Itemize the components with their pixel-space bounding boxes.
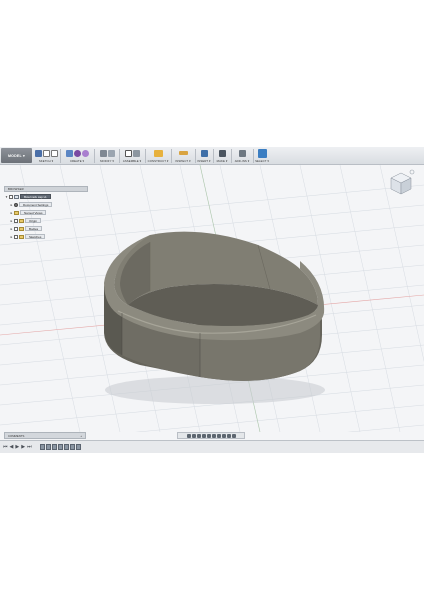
root-component-label: Bowl rack cap v1: [20, 194, 51, 199]
modify-group[interactable]: MODIFY ▾: [96, 148, 118, 164]
visibility-checkbox[interactable]: [9, 194, 13, 199]
go-to-end-icon[interactable]: ⏭: [27, 444, 32, 450]
browser-node-document-settings[interactable]: ▸ Document Settings: [4, 201, 88, 208]
browser-node-label: Sketches: [25, 234, 46, 239]
fillet-icon: [107, 149, 115, 157]
construct-group[interactable]: CONSTRUCT ▾: [146, 148, 170, 164]
measure-icon: [178, 151, 188, 155]
cylinder-icon: [73, 149, 81, 157]
scripts-icon: [238, 149, 246, 157]
plane-icon: [153, 149, 163, 157]
sketch-group[interactable]: SKETCH ▾: [34, 148, 58, 164]
modify-label: MODIFY ▾: [100, 159, 114, 163]
model-viewport[interactable]: BROWSER ▾ Bowl rack cap v1 ▸ Document Se…: [0, 165, 424, 432]
assemble-label: ASSEMBLE ▾: [122, 159, 142, 163]
toolbar-divider: [60, 149, 61, 163]
inspect-label: INSPECT ▾: [175, 159, 191, 163]
timeline-feature[interactable]: [76, 444, 81, 450]
create-group[interactable]: CREATE ▾: [62, 148, 92, 164]
insert-label: INSERT ▾: [197, 159, 211, 163]
make-label: MAKE ▾: [216, 159, 228, 163]
browser-node-label: Named Views: [20, 210, 47, 215]
gear-icon: [14, 202, 18, 207]
grid-settings-icon[interactable]: [216, 433, 221, 438]
play-icon[interactable]: ▶: [15, 444, 19, 450]
visibility-checkbox[interactable]: [14, 226, 18, 231]
create-label: CREATE ▾: [69, 159, 85, 163]
assemble-group[interactable]: ASSEMBLE ▾: [120, 148, 144, 164]
select-label: SELECT ▾: [255, 159, 269, 163]
step-back-icon[interactable]: ◀: [10, 444, 14, 450]
go-to-start-icon[interactable]: ⏮: [3, 444, 8, 450]
main-toolbar: MODEL ▾ SKETCH ▾ CREATE ▾ MODIFY ▾ ASSEM…: [0, 147, 424, 165]
comments-label: COMMENTS: [8, 433, 25, 438]
timeline-feature[interactable]: [58, 444, 63, 450]
browser-node-origin[interactable]: ▸ Origin: [4, 217, 88, 224]
folder-icon: [19, 226, 24, 231]
timeline-feature[interactable]: [52, 444, 57, 450]
pan-icon[interactable]: [196, 433, 201, 438]
browser-node-label: Document Settings: [19, 202, 53, 207]
component-icon: [124, 149, 132, 157]
fusion-app-window: MODEL ▾ SKETCH ▾ CREATE ▾ MODIFY ▾ ASSEM…: [0, 147, 424, 453]
browser-panel: BROWSER ▾ Bowl rack cap v1 ▸ Document Se…: [4, 186, 88, 240]
browser-node-named-views[interactable]: ▸ Named Views: [4, 209, 88, 216]
toolbar-divider: [94, 149, 95, 163]
sketch-icon: [34, 149, 42, 157]
make-group[interactable]: MAKE ▾: [214, 148, 230, 164]
viewports-icon[interactable]: [221, 433, 226, 438]
box-icon: [65, 149, 73, 157]
look-at-icon[interactable]: [191, 433, 196, 438]
sphere-icon: [81, 149, 89, 157]
view-cube[interactable]: [386, 168, 416, 198]
inspect-group[interactable]: INSPECT ▾: [172, 148, 194, 164]
step-forward-icon[interactable]: ▶: [21, 444, 25, 450]
timeline-bar: ⏮ ◀ ▶ ▶ ⏭: [0, 440, 424, 453]
sketch-label: SKETCH ▾: [38, 159, 54, 163]
timeline-feature[interactable]: [46, 444, 51, 450]
workspace-mode-button[interactable]: MODEL ▾: [1, 148, 32, 163]
press-pull-icon: [99, 149, 107, 157]
timeline-feature[interactable]: [64, 444, 69, 450]
browser-header[interactable]: BROWSER: [4, 186, 88, 192]
navigation-bar: [177, 432, 245, 439]
select-arrow-icon: [257, 148, 267, 158]
home-icon[interactable]: [409, 169, 415, 175]
visibility-checkbox[interactable]: [14, 234, 18, 239]
browser-node-label: Origin: [25, 218, 42, 223]
undo-sketch-icon: [42, 149, 50, 157]
timeline-feature[interactable]: [70, 444, 75, 450]
orbit-icon[interactable]: [186, 433, 191, 438]
browser-node-bodies[interactable]: ▸ Bodies: [4, 225, 88, 232]
browser-node-label: Bodies: [25, 226, 43, 231]
playback-controls: ⏮ ◀ ▶ ▶ ⏭: [3, 444, 32, 450]
folder-icon: [14, 210, 19, 215]
folder-icon: [19, 218, 24, 223]
browser-node-sketches[interactable]: ▸ Sketches: [4, 233, 88, 240]
line-icon: [50, 149, 58, 157]
add-ins-label: ADD-INS ▾: [234, 159, 250, 163]
add-ins-group[interactable]: ADD-INS ▾: [232, 148, 252, 164]
construct-label: CONSTRUCT ▾: [147, 159, 169, 163]
comments-panel[interactable]: COMMENTS +: [4, 432, 86, 439]
3d-print-icon: [218, 149, 226, 157]
component-icon: [14, 194, 19, 199]
visual-style-icon[interactable]: [231, 433, 236, 438]
browser-root-node[interactable]: ▾ Bowl rack cap v1: [4, 193, 88, 200]
camera-icon[interactable]: [226, 433, 231, 438]
plus-icon[interactable]: +: [80, 434, 85, 438]
visibility-checkbox[interactable]: [14, 218, 18, 223]
browser-title: BROWSER: [8, 187, 24, 191]
timeline-feature[interactable]: [40, 444, 45, 450]
select-group[interactable]: SELECT ▾: [254, 148, 270, 164]
display-settings-icon[interactable]: [211, 433, 216, 438]
insert-image-icon: [200, 149, 208, 157]
joint-icon: [132, 149, 140, 157]
timeline-features: [40, 444, 81, 450]
fit-icon[interactable]: [206, 433, 211, 438]
zoom-icon[interactable]: [201, 433, 206, 438]
folder-icon: [19, 234, 24, 239]
insert-group[interactable]: INSERT ▾: [196, 148, 212, 164]
